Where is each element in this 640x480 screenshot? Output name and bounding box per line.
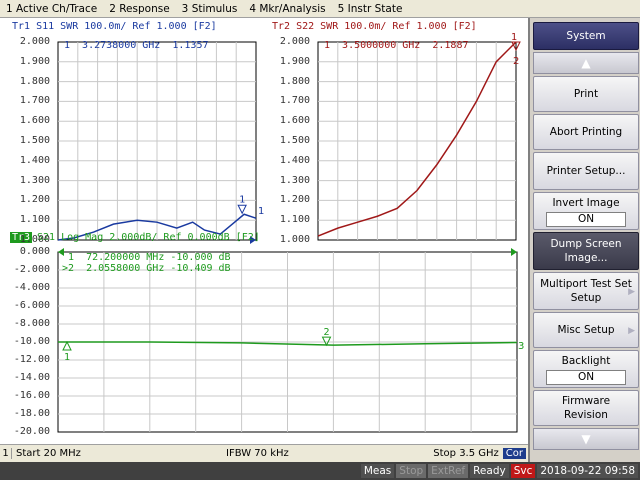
y-tick-label: -14.00 <box>13 372 50 383</box>
status-stop: Stop <box>396 464 427 478</box>
y-tick-label: 1.700 <box>279 95 310 107</box>
abort-printing-button[interactable]: Abort Printing <box>533 114 639 150</box>
s21-title: S21 Log Mag 2.000dB/ Ref 0.000dB [F2] <box>37 232 260 243</box>
y-tick-label: 1.000 <box>19 234 50 245</box>
s22-marker-readout: 1 3.5000000 GHz 2.1887 <box>324 40 469 51</box>
status-ready: Ready <box>470 464 509 478</box>
y-tick-label: 1.300 <box>19 174 50 186</box>
y-tick-label: 1.100 <box>279 214 310 226</box>
scroll-up-button[interactable]: ▲ <box>533 52 639 74</box>
s21-marker-1-label: 1 <box>64 352 70 363</box>
chevron-right-icon: ▶ <box>628 287 635 297</box>
s21-ref-label: 3 <box>518 341 524 352</box>
scroll-down-button[interactable]: ▼ <box>533 428 639 450</box>
start-frequency[interactable]: Start 20 MHz <box>12 448 174 459</box>
menu-mkr-analysis[interactable]: 4 Mkr/Analysis <box>243 3 331 15</box>
s22-marker-label: 1 <box>511 32 517 43</box>
status-bar: Meas Stop ExtRef Ready Svc 2018-09-22 09… <box>0 462 640 480</box>
y-tick-label: -2.000 <box>13 264 50 275</box>
y-tick-label: 1.600 <box>19 115 50 127</box>
plot-region[interactable]: 11 12 123 Tr1 S11 SWR 100.0m/ Ref 1.000 … <box>0 18 528 444</box>
multiport-test-set-setup-button[interactable]: Multiport Test Set Setup ▶ <box>533 272 639 310</box>
misc-setup-label: Misc Setup <box>557 324 615 336</box>
y-tick-label: -12.00 <box>13 354 50 365</box>
dump-screen-image-button[interactable]: Dump Screen Image... <box>533 232 639 270</box>
invert-image-button[interactable]: Invert Image ON <box>533 192 639 230</box>
y-tick-label: 1.800 <box>19 75 50 87</box>
print-label: Print <box>573 88 599 100</box>
menu-active-ch-trace[interactable]: 1 Active Ch/Trace <box>0 3 103 15</box>
s11-marker-label: 1 <box>239 194 245 205</box>
stimulus-bar: 1 Start 20 MHz IFBW 70 kHz Stop 3.5 GHz … <box>0 444 528 462</box>
menu-stimulus[interactable]: 3 Stimulus <box>176 3 244 15</box>
y-tick-label: -8.000 <box>13 318 50 329</box>
y-tick-label: 1.600 <box>279 115 310 127</box>
invert-image-label: Invert Image <box>552 196 620 209</box>
y-tick-label: 1.500 <box>19 135 50 146</box>
y-tick-label: -10.00 <box>13 336 50 347</box>
dump-screen-image-label: Dump Screen Image... <box>550 238 622 264</box>
firmware-revision-button[interactable]: Firmware Revision <box>533 390 639 426</box>
y-tick-label: -16.00 <box>13 390 50 401</box>
s11-marker-readout: 1 3.2738000 GHz 1.1357 <box>64 40 209 51</box>
channel-number[interactable]: 1 <box>0 448 12 459</box>
invert-image-value: ON <box>546 211 626 227</box>
menu-bar: 1 Active Ch/Trace 2 Response 3 Stimulus … <box>0 0 640 18</box>
y-tick-label: 1.200 <box>19 194 50 206</box>
abort-printing-label: Abort Printing <box>549 126 623 138</box>
y-tick-label: 1.900 <box>19 55 50 67</box>
y-tick-label: -4.000 <box>13 282 50 293</box>
ifbw[interactable]: IFBW 70 kHz <box>174 448 336 459</box>
multiport-test-set-setup-label: Multiport Test Set Setup <box>540 278 632 304</box>
triangle-down-icon: ▼ <box>581 432 591 446</box>
y-tick-label: 1.700 <box>19 95 50 107</box>
system-label: System <box>566 30 606 42</box>
backlight-label: Backlight <box>561 354 611 367</box>
firmware-revision-label: Firmware Revision <box>561 395 611 421</box>
y-tick-label: 1.800 <box>279 75 310 87</box>
menu-instr-state[interactable]: 5 Instr State <box>332 3 409 15</box>
softkey-panel: System ▲ Print Abort Printing Printer Se… <box>528 18 640 462</box>
printer-setup-button[interactable]: Printer Setup... <box>533 152 639 190</box>
correction-indicator: Cor <box>502 448 527 459</box>
y-tick-label: 1.000 <box>279 234 310 245</box>
y-tick-label: 2.000 <box>19 36 50 47</box>
y-tick-label: -20.00 <box>13 426 50 437</box>
s21-marker-2-label: 2 <box>324 327 330 338</box>
y-tick-label: 0.000 <box>19 246 50 257</box>
status-meas: Meas <box>360 464 395 478</box>
backlight-value: ON <box>546 369 626 385</box>
y-tick-label: 1.400 <box>19 154 50 166</box>
status-svc: Svc <box>510 464 536 478</box>
s22-ref-label: 2 <box>513 56 519 67</box>
y-tick-label: 1.300 <box>279 174 310 186</box>
s21-plot[interactable]: 1 2 3 <box>57 248 524 433</box>
s22-title: Tr2 S22 SWR 100.0m/ Ref 1.000 [F2] <box>272 21 477 32</box>
y-tick-label: 1.100 <box>19 214 50 226</box>
chevron-right-icon: ▶ <box>628 326 635 336</box>
stop-frequency[interactable]: Stop 3.5 GHz <box>337 448 503 459</box>
softkey-title-system[interactable]: System <box>533 22 639 50</box>
status-datetime: 2018-09-22 09:58 <box>537 464 638 478</box>
y-tick-label: -6.000 <box>13 300 50 311</box>
menu-response[interactable]: 2 Response <box>103 3 175 15</box>
y-tick-label: 2.000 <box>279 36 310 47</box>
triangle-up-icon: ▲ <box>581 56 591 70</box>
s11-plot[interactable]: 11 <box>57 41 264 244</box>
y-tick-label: -18.00 <box>13 408 50 419</box>
status-extref: ExtRef <box>428 464 469 478</box>
print-button[interactable]: Print <box>533 76 639 112</box>
printer-setup-label: Printer Setup... <box>546 165 626 177</box>
y-tick-label: 1.900 <box>279 55 310 67</box>
y-tick-label: 1.400 <box>279 154 310 166</box>
s21-marker-readout-1: 1 72.200000 MHz -10.000 dB <box>62 252 231 263</box>
misc-setup-button[interactable]: Misc Setup ▶ <box>533 312 639 348</box>
backlight-button[interactable]: Backlight ON <box>533 350 639 388</box>
y-tick-label: 1.200 <box>279 194 310 206</box>
s22-plot[interactable]: 12 <box>317 32 521 241</box>
s11-title: Tr1 S11 SWR 100.0m/ Ref 1.000 [F2] <box>12 21 217 32</box>
s21-marker-readout-2: >2 2.0558000 GHz -10.409 dB <box>62 263 231 274</box>
y-tick-label: 1.500 <box>279 135 310 146</box>
